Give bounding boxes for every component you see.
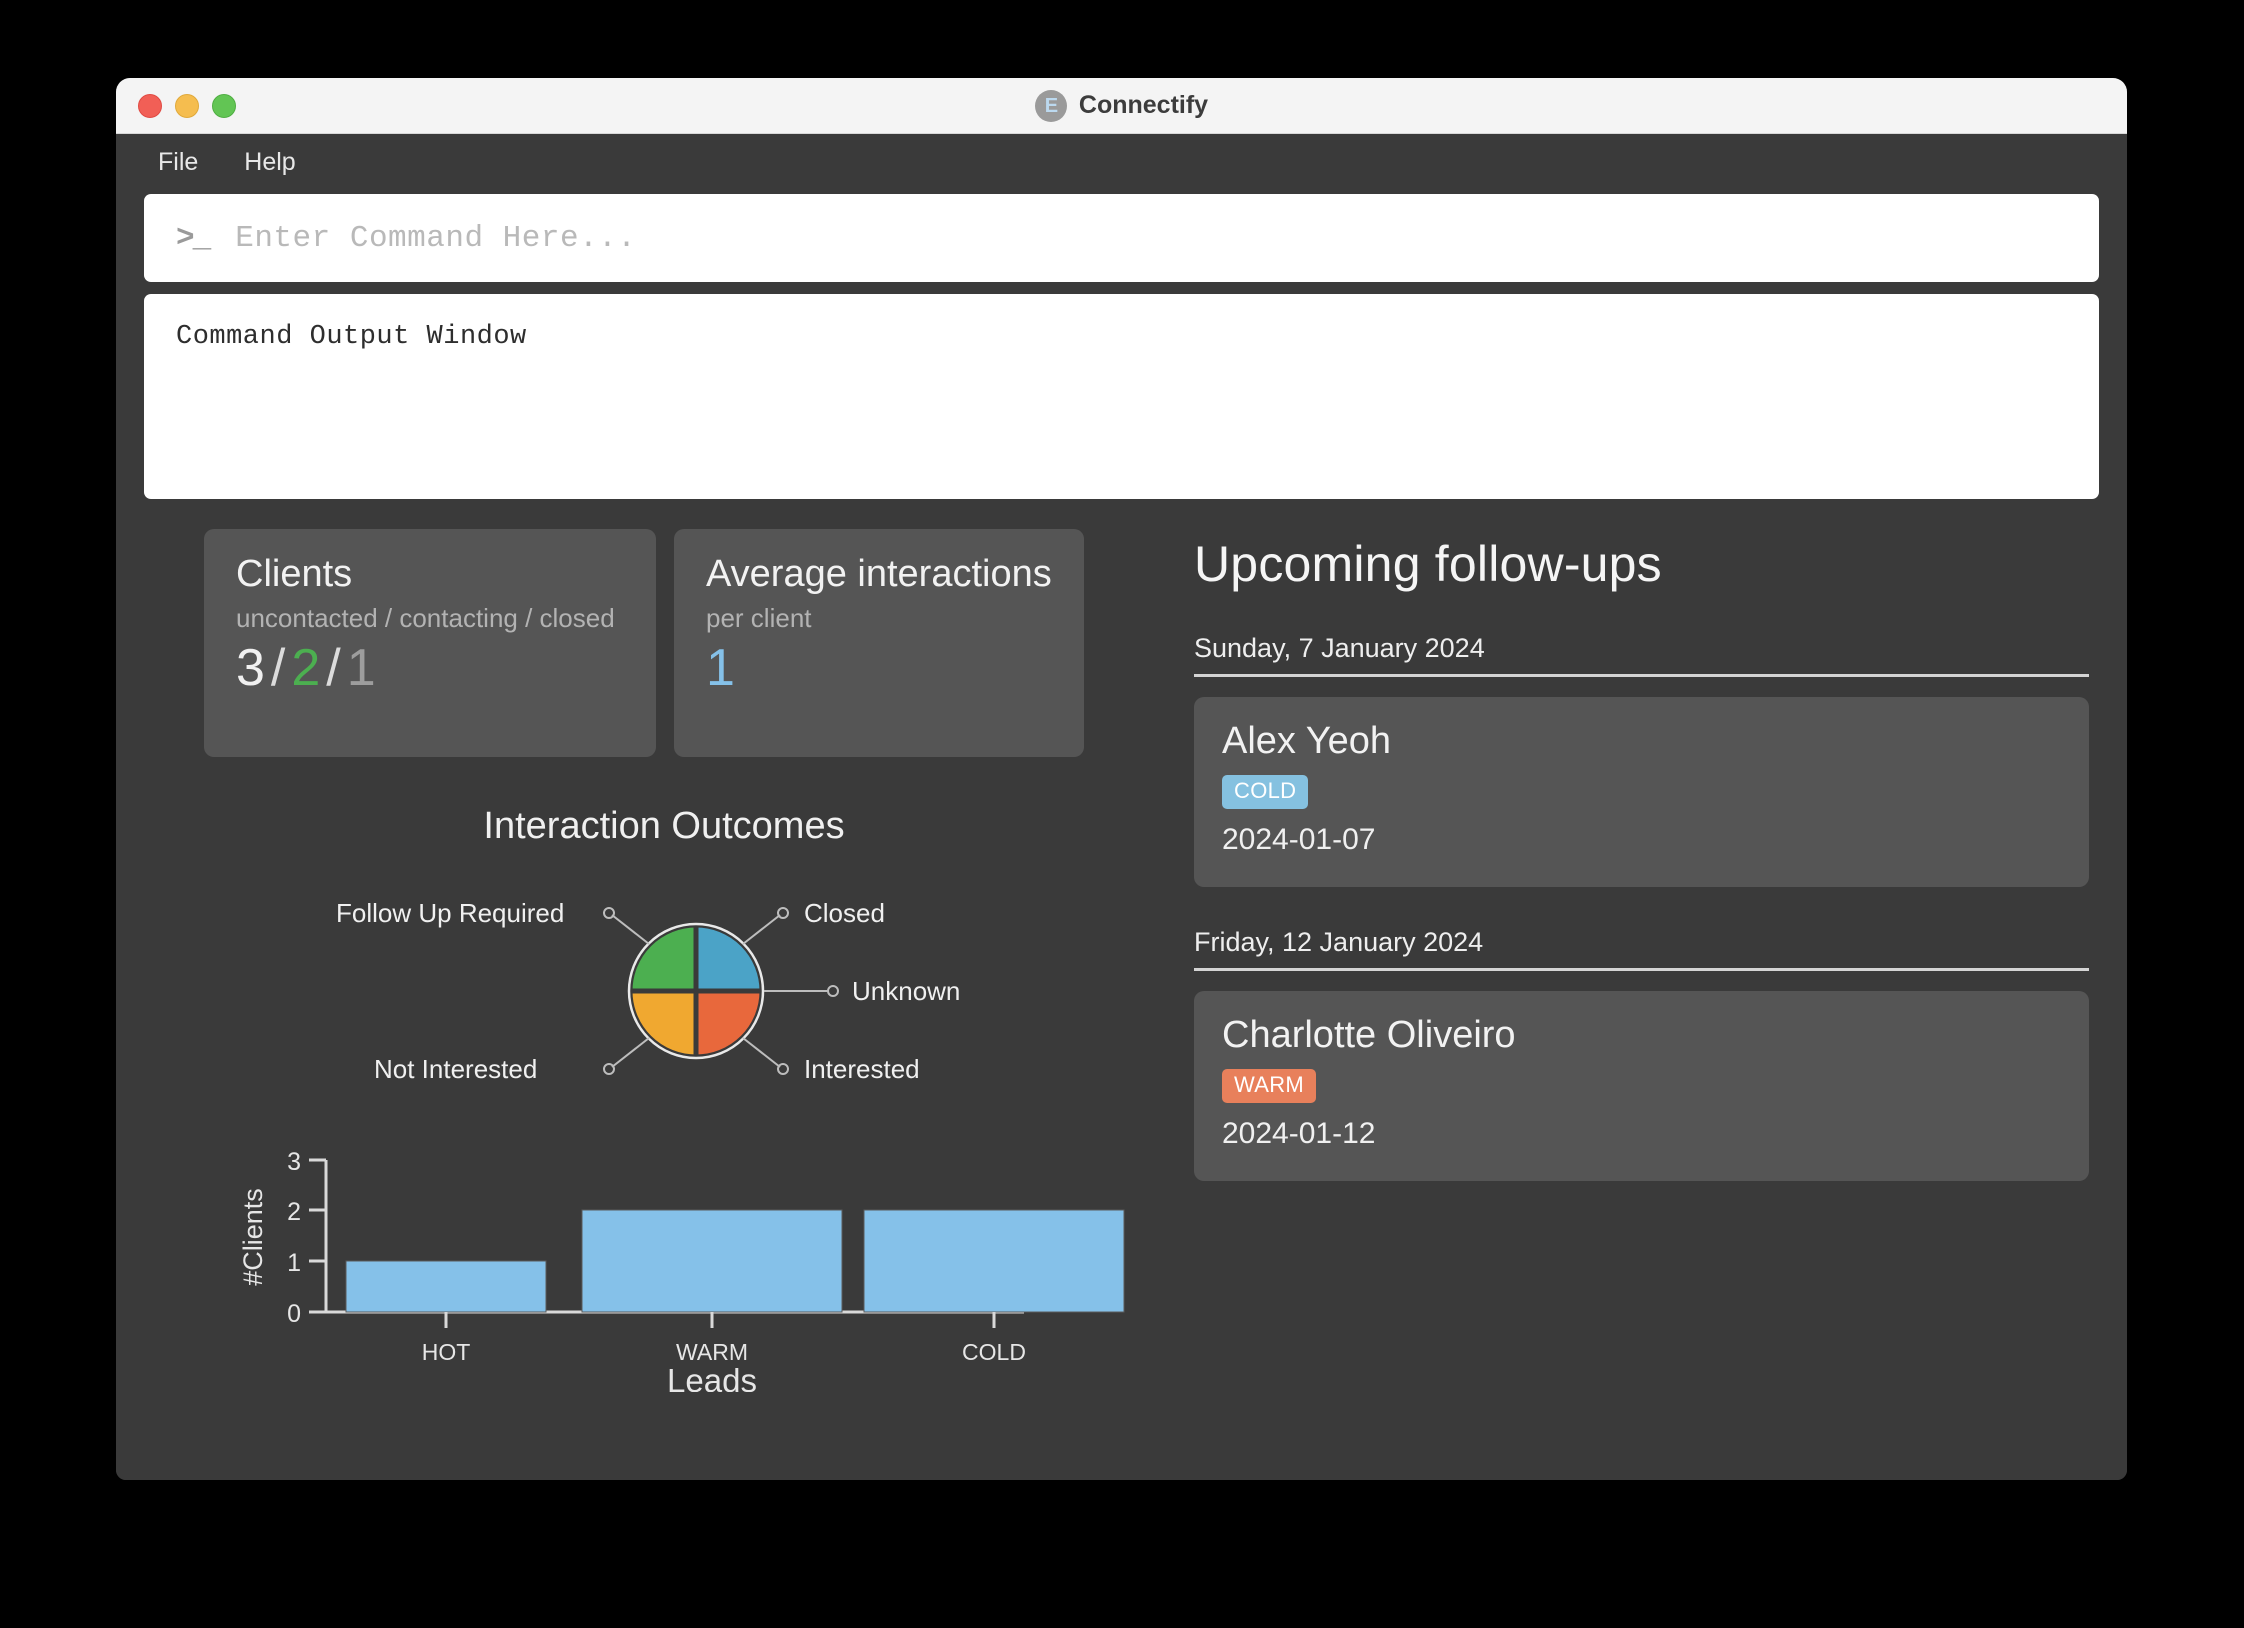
- pie-label-unknown: Unknown: [852, 976, 960, 1007]
- followup-status-badge: WARM: [1222, 1069, 1316, 1103]
- bar-chart-x-axis-title: Leads: [667, 1362, 757, 1392]
- followup-status-badge: COLD: [1222, 775, 1308, 809]
- average-card-title: Average interactions: [706, 555, 1056, 595]
- bar-chart-y-axis-title: #Clients: [238, 1188, 268, 1286]
- followup-client-name: Alex Yeoh: [1222, 721, 2059, 763]
- pie-slice-not-interested: [630, 991, 696, 1057]
- dashboard: Clients uncontacted / contacting / close…: [144, 529, 2099, 1460]
- bar-xlabel-hot: HOT: [422, 1339, 471, 1365]
- bar-chart-svg: 3 2 1 0 #Clients: [204, 1142, 1154, 1392]
- pie-leader-dot-unknown: [828, 986, 838, 996]
- clients-separator-2: /: [320, 639, 346, 697]
- menu-item-help[interactable]: Help: [226, 144, 313, 181]
- bar-xlabel-cold: COLD: [962, 1339, 1026, 1365]
- pie-label-follow-up-required: Follow Up Required: [336, 898, 564, 929]
- prompt-icon: >_: [176, 221, 209, 256]
- followup-date-value: 2024-01-12: [1222, 1117, 2059, 1151]
- clients-contacting-value: 2: [291, 639, 320, 697]
- clients-stat-card: Clients uncontacted / contacting / close…: [204, 529, 656, 757]
- app-body: >_ Enter Command Here... Command Output …: [116, 194, 2127, 1480]
- app-logo-glyph: E: [1045, 96, 1057, 116]
- interaction-outcomes-title: Interaction Outcomes: [174, 805, 1154, 848]
- bar-ylabel-1: 1: [287, 1249, 301, 1277]
- average-card-subtitle: per client: [706, 603, 1056, 634]
- window-titlebar: E Connectify: [116, 78, 2127, 134]
- followup-card[interactable]: Charlotte Oliveiro WARM 2024-01-12: [1194, 991, 2089, 1181]
- clients-card-values: 3/2/1: [236, 640, 628, 697]
- command-output-window: Command Output Window: [144, 294, 2099, 499]
- interaction-outcomes-pie-chart: Follow Up Required Closed Unknown Not In…: [204, 866, 1154, 1116]
- followup-date-group: Friday, 12 January 2024 Charlotte Olivei…: [1194, 927, 2089, 1181]
- pie-leader-not-interested: [612, 1038, 649, 1067]
- pie-label-interested: Interested: [804, 1054, 920, 1085]
- clients-card-title: Clients: [236, 555, 628, 595]
- dashboard-left-column: Clients uncontacted / contacting / close…: [144, 529, 1154, 1460]
- stat-cards: Clients uncontacted / contacting / close…: [204, 529, 1154, 757]
- followup-date-header: Sunday, 7 January 2024: [1194, 633, 2089, 677]
- pie-slice-follow-up-required: [630, 925, 696, 991]
- bar-ylabel-0: 0: [287, 1300, 301, 1328]
- command-input[interactable]: >_ Enter Command Here...: [144, 194, 2099, 282]
- upcoming-followups-title: Upcoming follow-ups: [1194, 535, 2089, 593]
- pie-leader-closed: [743, 915, 780, 944]
- average-card-values: 1: [706, 640, 1056, 697]
- clients-card-subtitle: uncontacted / contacting / closed: [236, 603, 628, 634]
- average-value: 1: [706, 639, 735, 697]
- pie-leader-interested: [743, 1038, 780, 1067]
- maximize-button[interactable]: [212, 94, 236, 118]
- command-output-text: Command Output Window: [176, 322, 2067, 352]
- bar-ylabel-3: 3: [287, 1148, 301, 1176]
- window-title: Connectify: [1079, 91, 1208, 120]
- pie-leader-dot-closed: [778, 908, 788, 918]
- window-title-group: E Connectify: [116, 90, 2127, 122]
- followup-date-value: 2024-01-07: [1222, 823, 2059, 857]
- command-input-placeholder: Enter Command Here...: [235, 221, 636, 256]
- clients-separator-1: /: [265, 639, 291, 697]
- pie-label-closed: Closed: [804, 898, 885, 929]
- bar-hot: [346, 1261, 546, 1312]
- leads-bar-chart: 3 2 1 0 #Clients: [204, 1142, 1154, 1402]
- bar-warm: [582, 1210, 842, 1312]
- pie-leader-dot-interested: [778, 1064, 788, 1074]
- pie-slice-closed: [696, 925, 762, 991]
- dashboard-right-column: Upcoming follow-ups Sunday, 7 January 20…: [1154, 529, 2099, 1460]
- bar-ylabel-2: 2: [287, 1198, 301, 1226]
- pie-leader-follow-up: [612, 915, 649, 944]
- bar-cold: [864, 1210, 1124, 1312]
- menu-item-file[interactable]: File: [140, 144, 216, 181]
- minimize-button[interactable]: [175, 94, 199, 118]
- pie-leader-dot-follow-up: [604, 908, 614, 918]
- followup-card[interactable]: Alex Yeoh COLD 2024-01-07: [1194, 697, 2089, 887]
- pie-leader-dot-not-interested: [604, 1064, 614, 1074]
- clients-closed-value: 1: [347, 639, 376, 697]
- clients-uncontacted-value: 3: [236, 639, 265, 697]
- pie-slice-interested: [696, 991, 762, 1057]
- pie-label-not-interested: Not Interested: [374, 1054, 537, 1085]
- average-interactions-stat-card: Average interactions per client 1: [674, 529, 1084, 757]
- screen: E Connectify File Help >_ Enter Command …: [0, 0, 2244, 1628]
- followup-client-name: Charlotte Oliveiro: [1222, 1015, 2059, 1057]
- followup-date-group: Sunday, 7 January 2024 Alex Yeoh COLD 20…: [1194, 633, 2089, 887]
- menubar: File Help: [116, 134, 2127, 190]
- app-logo-icon: E: [1035, 90, 1067, 122]
- app-window: E Connectify File Help >_ Enter Command …: [116, 78, 2127, 1480]
- close-button[interactable]: [138, 94, 162, 118]
- followup-date-header: Friday, 12 January 2024: [1194, 927, 2089, 971]
- window-controls: [138, 94, 236, 118]
